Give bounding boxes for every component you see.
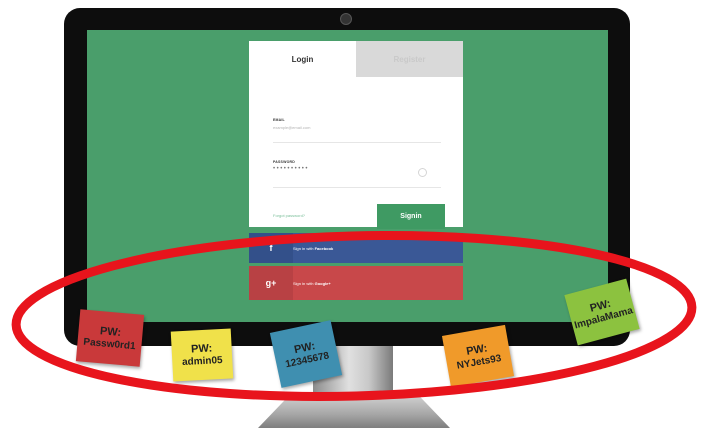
red-highlight-ellipse bbox=[11, 231, 697, 401]
